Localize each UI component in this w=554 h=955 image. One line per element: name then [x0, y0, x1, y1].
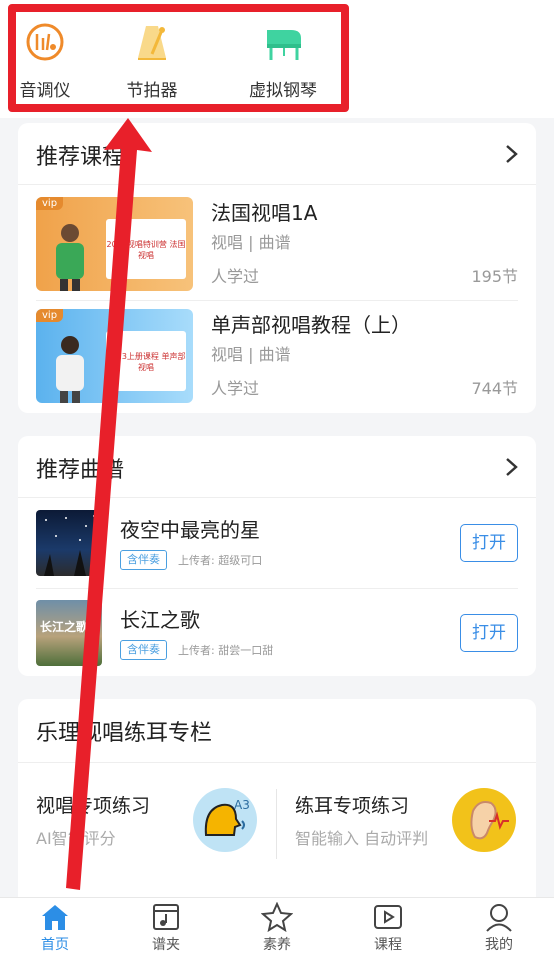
open-button[interactable]: 打开 — [460, 524, 518, 562]
nav-profile[interactable]: 我的 — [444, 902, 554, 955]
profile-icon — [486, 904, 512, 932]
courses-header[interactable]: 推荐课程 — [18, 123, 536, 185]
play-video-icon — [374, 905, 402, 929]
practice-subtitle: AI智能评分 — [36, 829, 116, 848]
chevron-right-icon[interactable] — [504, 143, 520, 165]
course-poster: 2023视唱特训营 法国视唱 — [106, 219, 186, 279]
practice-title: 练耳专项练习 — [295, 795, 410, 817]
course-tags: 视唱 | 曲谱 — [211, 345, 291, 364]
ear-icon — [452, 788, 516, 852]
theory-section-card: 乐理视唱练耳专栏 视唱专项练习 AI智能评分 A3 练耳专项练习 智能输入 自动… — [18, 699, 536, 909]
course-name: 法国视唱1A — [211, 201, 318, 225]
divider — [36, 588, 518, 589]
course-thumbnail: vip 2023上册课程 单声部视唱 — [36, 309, 193, 403]
nav-literacy[interactable]: 素养 — [222, 902, 332, 955]
sheet-folder-icon — [153, 904, 179, 930]
sheets-title: 推荐曲谱 — [36, 458, 125, 483]
annotation-highlight-box — [8, 4, 349, 112]
practice-title: 视唱专项练习 — [36, 795, 151, 817]
course-item[interactable]: vip 2023上册课程 单声部视唱 单声部视唱教程（上） 视唱 | 曲谱 人学… — [18, 307, 536, 415]
sheet-cover-image: 长江之歌 — [36, 600, 102, 666]
course-tags: 视唱 | 曲谱 — [211, 233, 291, 252]
sheet-uploader: 上传者: 甜尝一口甜 — [178, 644, 274, 657]
open-button[interactable]: 打开 — [460, 614, 518, 652]
sheet-name: 夜空中最亮的星 — [120, 518, 260, 542]
nav-home[interactable]: 首页 — [0, 902, 110, 955]
sheet-uploader: 上传者: 超级可口 — [178, 554, 263, 567]
sheet-item[interactable]: 长江之歌 长江之歌 含伴奏 上传者: 甜尝一口甜 打开 — [18, 596, 536, 682]
vip-badge: vip — [36, 197, 64, 210]
recommended-sheets-card: 推荐曲谱 夜空中最亮的星 含伴奏 上传者: 超级可口 打开 长江之歌 长江之歌 … — [18, 436, 536, 676]
ear-training-practice[interactable]: 练耳专项练习 智能输入 自动评判 — [277, 765, 535, 883]
sheet-name: 长江之歌 — [120, 608, 200, 632]
nav-label: 谱夹 — [152, 937, 180, 953]
sheet-item[interactable]: 夜空中最亮的星 含伴奏 上传者: 超级可口 打开 — [18, 506, 536, 592]
course-item[interactable]: vip 2023视唱特训营 法国视唱 法国视唱1A 视唱 | 曲谱 人学过 19… — [18, 195, 536, 303]
vip-badge: vip — [36, 309, 64, 322]
course-lesson-count: 744节 — [471, 379, 518, 398]
poster-text: 2023视唱特训营 法国视唱 — [106, 240, 186, 260]
singing-head-icon: A3 — [193, 788, 257, 852]
sight-singing-practice[interactable]: 视唱专项练习 AI智能评分 A3 — [18, 765, 276, 883]
sheet-cover-image — [36, 510, 102, 576]
nav-label: 我的 — [485, 937, 513, 953]
bottom-navigation: 首页 谱夹 素养 课程 我的 — [0, 897, 554, 955]
svg-text:A3: A3 — [234, 798, 250, 812]
theory-title: 乐理视唱练耳专栏 — [36, 721, 213, 746]
course-name: 单声部视唱教程（上） — [211, 313, 411, 337]
course-learned: 人学过 — [211, 379, 260, 398]
course-learned: 人学过 — [211, 267, 260, 286]
poster-text: 2023上册课程 单声部视唱 — [106, 352, 186, 372]
teacher-figure — [56, 336, 84, 403]
course-lesson-count: 195节 — [471, 267, 518, 286]
recommended-courses-card: 推荐课程 vip 2023视唱特训营 法国视唱 法国视唱1A 视唱 | 曲谱 人… — [18, 123, 536, 413]
theory-header: 乐理视唱练耳专栏 — [18, 699, 536, 763]
nav-sheet-folder[interactable]: 谱夹 — [111, 902, 221, 955]
nav-courses[interactable]: 课程 — [333, 902, 443, 955]
night-sky-image — [44, 515, 95, 576]
nav-label: 素养 — [263, 937, 291, 953]
sheets-header[interactable]: 推荐曲谱 — [18, 436, 536, 498]
practice-subtitle: 智能输入 自动评判 — [295, 829, 429, 848]
nav-label: 课程 — [374, 937, 402, 953]
cover-text: 长江之歌 — [40, 620, 89, 634]
divider — [36, 300, 518, 301]
course-thumbnail: vip 2023视唱特训营 法国视唱 — [36, 197, 193, 291]
nav-label: 首页 — [41, 937, 69, 953]
chevron-right-icon[interactable] — [504, 456, 520, 478]
accompaniment-badge: 含伴奏 — [120, 550, 167, 570]
teacher-figure — [56, 224, 84, 291]
star-icon — [261, 902, 293, 932]
home-icon — [42, 905, 68, 930]
course-poster: 2023上册课程 单声部视唱 — [106, 331, 186, 391]
accompaniment-badge: 含伴奏 — [120, 640, 167, 660]
courses-title: 推荐课程 — [36, 145, 125, 170]
